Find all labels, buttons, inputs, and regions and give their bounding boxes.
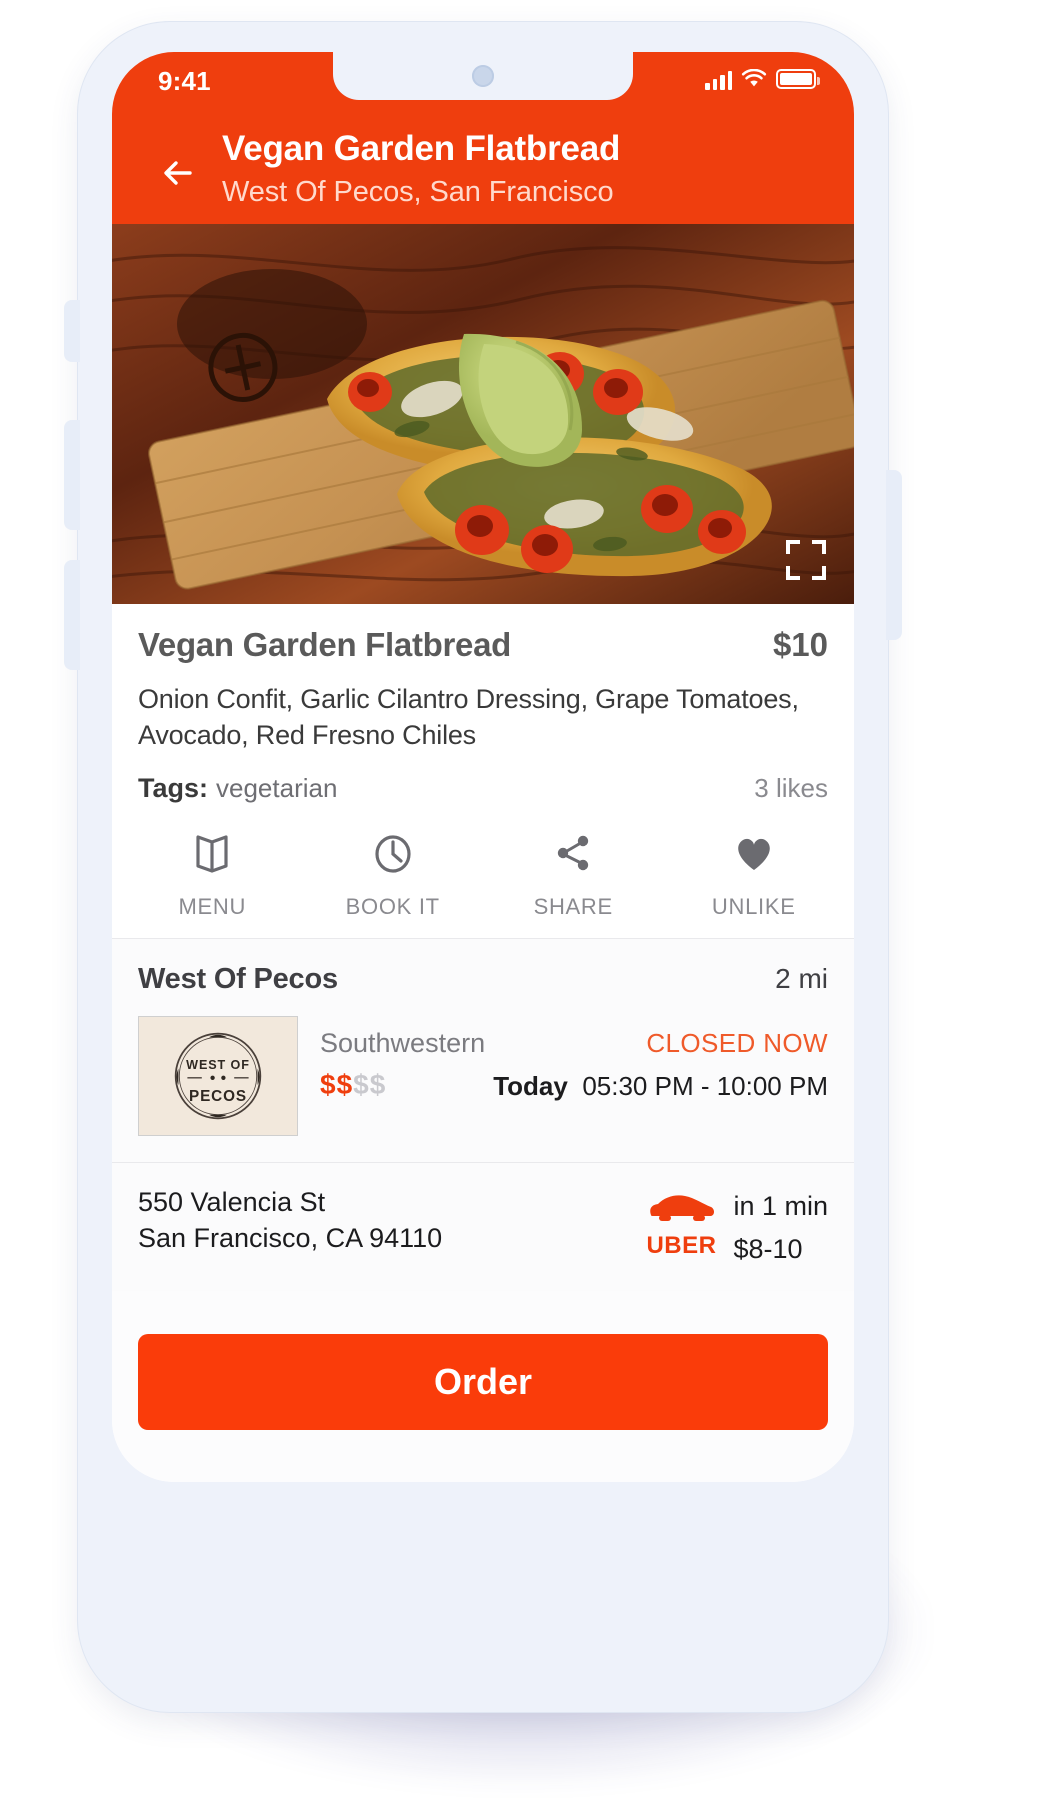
restaurant-cuisine-block: Southwestern $$$$ <box>320 1028 485 1101</box>
phone-volume-down-button <box>64 560 80 670</box>
detail-content: Vegan Garden Flatbread $10 Onion Confit,… <box>112 604 854 1482</box>
address-and-ride-row: 550 Valencia St San Francisco, CA 94110 … <box>112 1163 854 1292</box>
phone-volume-up-button <box>64 420 80 530</box>
phone-power-button <box>886 470 902 640</box>
hours-day-label: Today <box>493 1071 568 1102</box>
restaurant-address: 550 Valencia St San Francisco, CA 94110 <box>138 1185 442 1256</box>
hours-range: 05:30 PM - 10:00 PM <box>582 1071 828 1102</box>
restaurant-detail-row: WEST OF PECOS Southwestern $$$$ CLOSED N… <box>138 996 828 1162</box>
dish-info-card: Vegan Garden Flatbread $10 Onion Confit,… <box>112 604 854 940</box>
west-of-pecos-badge-icon: WEST OF PECOS <box>174 1033 262 1120</box>
action-book-it-label: BOOK IT <box>345 894 440 920</box>
dish-price: $10 <box>772 626 828 663</box>
svg-text:PECOS: PECOS <box>189 1088 247 1105</box>
tags-value[interactable]: vegetarian <box>216 773 337 803</box>
price-range-empty: $$ <box>353 1069 387 1101</box>
screenshot-root: 9:41 Vegan Garden Flatbread West Of Peco… <box>0 0 1043 1820</box>
status-bar-time: 9:41 <box>158 66 211 96</box>
phone-mute-switch <box>64 300 80 362</box>
header-titles: Vegan Garden Flatbread West Of Pecos, Sa… <box>222 128 830 211</box>
dish-name: Vegan Garden Flatbread <box>138 626 512 663</box>
fullscreen-expand-icon[interactable] <box>784 538 828 582</box>
page-subtitle: West Of Pecos, San Francisco <box>222 175 614 208</box>
action-book-it-button[interactable]: BOOK IT <box>303 830 484 920</box>
dish-photo-illustration <box>112 224 854 604</box>
app-header: 9:41 Vegan Garden Flatbread West Of Peco… <box>112 52 854 224</box>
status-bar-indicators <box>705 68 820 90</box>
restaurant-card[interactable]: West Of Pecos 2 mi WEST OF PECOS Southwe… <box>112 939 854 1164</box>
back-arrow-icon[interactable] <box>150 145 206 201</box>
address-line-2: San Francisco, CA 94110 <box>138 1222 443 1253</box>
action-menu-label: MENU <box>178 894 247 920</box>
phone-notch <box>333 52 633 100</box>
address-line-1: 550 Valencia St <box>138 1187 326 1218</box>
uber-brand-label: UBER <box>646 1232 717 1260</box>
car-icon <box>645 1189 717 1228</box>
wifi-icon <box>741 68 767 89</box>
uber-cost: $8-10 <box>733 1234 803 1265</box>
svg-text:WEST OF: WEST OF <box>186 1058 250 1072</box>
action-unlike-label: UNLIKE <box>711 894 796 920</box>
phone-screen: 9:41 Vegan Garden Flatbread West Of Peco… <box>112 52 854 1482</box>
likes-count: 3 likes <box>754 773 828 804</box>
action-share-label: SHARE <box>533 894 613 920</box>
status-badge: CLOSED NOW <box>646 1028 828 1059</box>
restaurant-distance: 2 mi <box>775 963 828 995</box>
uber-eta: in 1 min <box>733 1191 828 1222</box>
uber-brand-block: UBER <box>645 1189 717 1260</box>
front-camera-icon <box>472 65 494 87</box>
dish-tags-row: Tags: vegetarian 3 likes <box>138 773 828 812</box>
price-range-filled: $$ <box>320 1069 354 1101</box>
order-button[interactable]: Order <box>138 1334 828 1430</box>
action-share-button[interactable]: SHARE <box>483 830 664 920</box>
dish-hero-image[interactable] <box>112 224 854 604</box>
action-bar: MENU BOOK IT SHARE UNLIKE <box>112 812 854 938</box>
restaurant-price-range: $$$$ <box>320 1069 485 1101</box>
uber-ride-widget[interactable]: UBER in 1 min $8-10 <box>645 1185 828 1265</box>
cellular-signal-icon <box>705 68 732 90</box>
tags-label: Tags: <box>138 773 209 804</box>
restaurant-hours-block: CLOSED NOW Today 05:30 PM - 10:00 PM <box>493 1028 828 1102</box>
dish-description: Onion Confit, Garlic Cilantro Dressing, … <box>138 684 799 750</box>
share-nodes-icon <box>550 830 596 881</box>
restaurant-name: West Of Pecos <box>138 963 338 996</box>
open-book-icon <box>189 830 235 881</box>
action-unlike-button[interactable]: UNLIKE <box>664 830 845 920</box>
heart-filled-icon <box>731 830 777 881</box>
restaurant-logo: WEST OF PECOS <box>138 1016 298 1137</box>
clock-icon <box>370 830 416 881</box>
dish-title-row: Vegan Garden Flatbread $10 <box>138 604 828 664</box>
restaurant-hours: Today 05:30 PM - 10:00 PM <box>493 1071 828 1102</box>
action-menu-button[interactable]: MENU <box>122 830 303 920</box>
uber-estimates: in 1 min $8-10 <box>733 1189 828 1265</box>
restaurant-header-row: West Of Pecos 2 mi <box>138 939 828 996</box>
restaurant-cuisine: Southwestern <box>320 1028 486 1059</box>
order-button-container: Order <box>112 1334 854 1430</box>
page-title: Vegan Garden Flatbread <box>222 129 621 168</box>
battery-icon <box>776 69 820 89</box>
restaurant-meta: Southwestern $$$$ CLOSED NOW Today 05:30… <box>320 1016 828 1136</box>
